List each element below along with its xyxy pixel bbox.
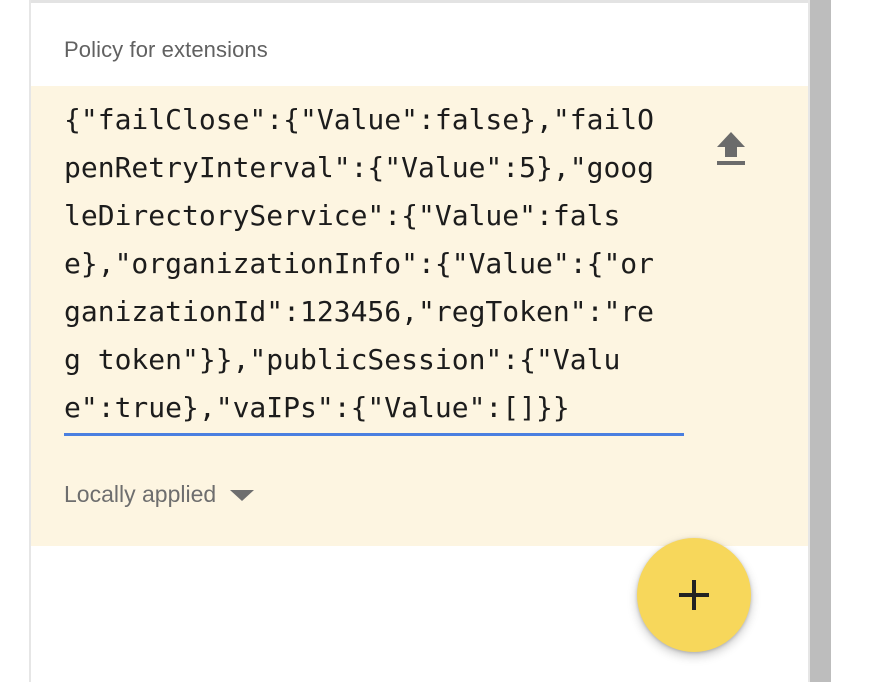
locally-applied-dropdown[interactable]: Locally applied <box>64 479 255 509</box>
add-fab-button[interactable] <box>637 538 751 652</box>
policy-editor-panel: {"failClose":{"Value":false},"failOpenRe… <box>31 86 808 546</box>
caret-down-icon <box>230 489 255 501</box>
plus-icon <box>679 580 709 610</box>
policy-section-title: Policy for extensions <box>64 37 268 62</box>
card-top-divider <box>31 0 808 3</box>
policy-json-editor[interactable]: {"failClose":{"Value":false},"failOpenRe… <box>64 96 664 432</box>
editor-focus-underline <box>64 433 684 436</box>
scrollbar[interactable] <box>810 0 831 682</box>
status-label: Locally applied <box>64 480 217 507</box>
upload-icon[interactable] <box>714 130 748 168</box>
